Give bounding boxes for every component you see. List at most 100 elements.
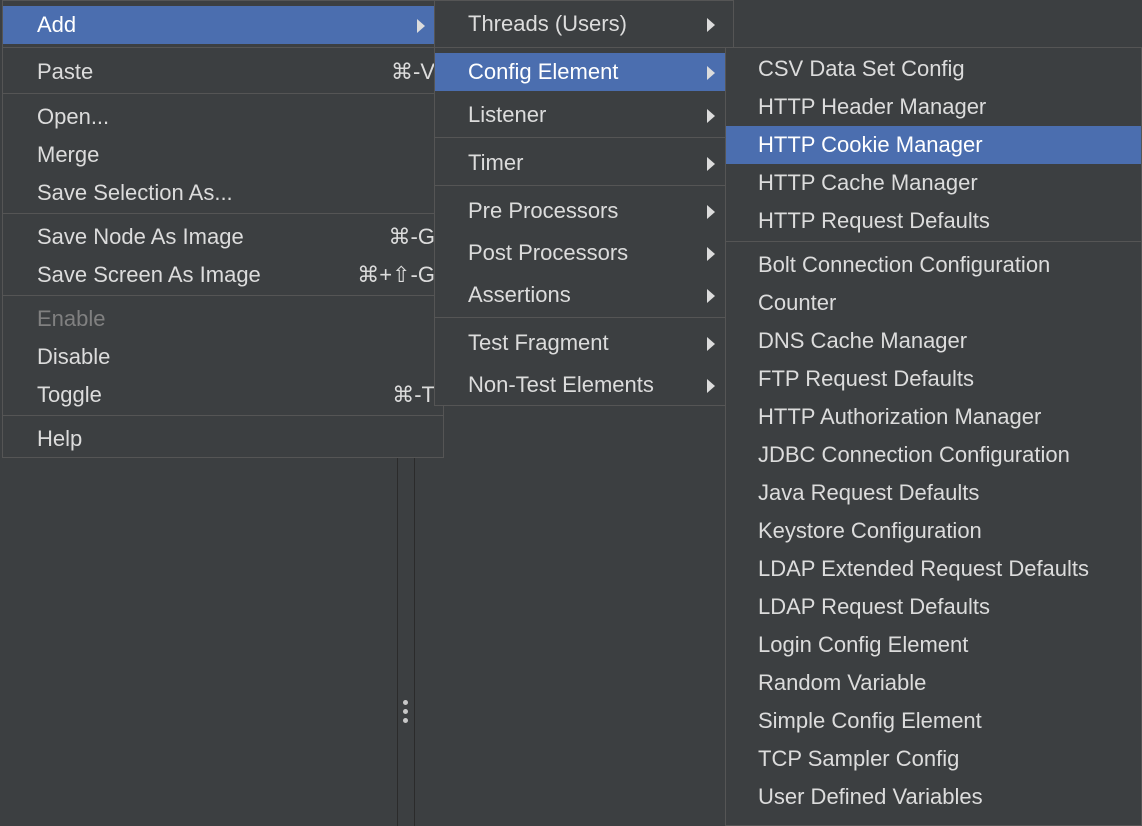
submenu-arrow-icon	[707, 247, 715, 261]
menu-item-save-screen-as-image[interactable]: Save Screen As Image ⌘+⇧-G	[3, 256, 443, 294]
menu-item-label: Non-Test Elements	[468, 372, 654, 397]
config-item[interactable]: Java Request Defaults	[726, 474, 1141, 512]
menu-separator	[3, 93, 443, 94]
menu-item-label: Counter	[758, 290, 837, 315]
menu-item-label: HTTP Cache Manager	[758, 170, 978, 195]
add-submenu: Threads (Users) Config Element Listener …	[434, 0, 734, 406]
config-item[interactable]: User Defined Variables	[726, 778, 1141, 816]
config-item[interactable]: HTTP Request Defaults	[726, 202, 1141, 240]
menu-item-help[interactable]: Help	[3, 420, 443, 458]
menu-item-label: HTTP Request Defaults	[758, 208, 990, 233]
menu-item-label: Paste	[37, 59, 94, 84]
menu-item-label: Config Element	[468, 59, 619, 84]
menu-item-post-processors[interactable]: Post Processors	[435, 234, 733, 272]
menu-item-label: HTTP Header Manager	[758, 94, 987, 119]
menu-item-config-element[interactable]: Config Element	[435, 53, 733, 91]
menu-item-merge[interactable]: Merge	[3, 136, 443, 174]
menu-item-label: Test Fragment	[468, 330, 609, 355]
submenu-arrow-icon	[707, 379, 715, 393]
shortcut-label: ⌘-V	[391, 59, 435, 84]
shortcut-label: ⌘+⇧-G	[357, 262, 435, 287]
menu-item-label: Timer	[468, 150, 524, 175]
submenu-arrow-icon	[707, 337, 715, 351]
submenu-arrow-icon	[707, 157, 715, 171]
menu-item-open[interactable]: Open...	[3, 98, 443, 136]
menu-separator	[3, 415, 443, 416]
menu-separator	[435, 137, 733, 138]
menu-item-label: JDBC Connection Configuration	[758, 442, 1070, 467]
menu-item-paste[interactable]: Paste ⌘-V	[3, 53, 443, 91]
menu-item-label: Java Request Defaults	[758, 480, 980, 505]
menu-item-label: Keystore Configuration	[758, 518, 982, 543]
menu-item-label: Assertions	[468, 282, 571, 307]
menu-item-disable[interactable]: Disable	[3, 338, 443, 376]
menu-item-label: Login Config Element	[758, 632, 969, 657]
menu-item-assertions[interactable]: Assertions	[435, 276, 733, 314]
submenu-arrow-icon	[707, 289, 715, 303]
menu-item-enable: Enable	[3, 300, 443, 338]
menu-item-label: Enable	[37, 306, 106, 331]
context-menu: Add Paste ⌘-V Open... Merge Save Selecti…	[2, 0, 444, 458]
config-item[interactable]: LDAP Request Defaults	[726, 588, 1141, 626]
menu-item-threads[interactable]: Threads (Users)	[435, 5, 733, 43]
config-item[interactable]: DNS Cache Manager	[726, 322, 1141, 360]
config-item-selected[interactable]: HTTP Cookie Manager	[726, 126, 1141, 164]
menu-item-label: Toggle	[37, 382, 102, 407]
menu-separator	[3, 213, 443, 214]
menu-item-label: Help	[37, 426, 83, 451]
menu-separator	[435, 317, 733, 318]
menu-item-non-test-elements[interactable]: Non-Test Elements	[435, 366, 733, 404]
menu-item-label: User Defined Variables	[758, 784, 983, 809]
config-item[interactable]: Simple Config Element	[726, 702, 1141, 740]
menu-item-label: LDAP Extended Request Defaults	[758, 556, 1090, 581]
config-item[interactable]: Random Variable	[726, 664, 1141, 702]
menu-separator	[435, 47, 733, 48]
config-item[interactable]: HTTP Header Manager	[726, 88, 1141, 126]
menu-item-label: Disable	[37, 344, 111, 369]
menu-item-toggle[interactable]: Toggle ⌘-T	[3, 376, 443, 414]
menu-item-label: Save Screen As Image	[37, 262, 261, 287]
menu-item-label: DNS Cache Manager	[758, 328, 968, 353]
config-item[interactable]: HTTP Cache Manager	[726, 164, 1141, 202]
menu-item-label: CSV Data Set Config	[758, 56, 965, 81]
menu-item-label: Bolt Connection Configuration	[758, 252, 1051, 277]
submenu-arrow-icon	[417, 19, 425, 33]
config-item[interactable]: JDBC Connection Configuration	[726, 436, 1141, 474]
menu-item-label: Save Selection As...	[37, 180, 233, 205]
menu-item-label: Simple Config Element	[758, 708, 982, 733]
splitter-grip-icon[interactable]	[401, 700, 409, 730]
menu-item-label: Merge	[37, 142, 100, 167]
menu-item-label: Threads (Users)	[468, 11, 627, 36]
menu-separator	[435, 185, 733, 186]
config-item[interactable]: FTP Request Defaults	[726, 360, 1141, 398]
config-item[interactable]: Counter	[726, 284, 1141, 322]
menu-item-save-selection-as[interactable]: Save Selection As...	[3, 174, 443, 212]
config-item[interactable]: Bolt Connection Configuration	[726, 246, 1141, 284]
menu-item-pre-processors[interactable]: Pre Processors	[435, 192, 733, 230]
menu-separator	[726, 241, 1141, 242]
config-item[interactable]: CSV Data Set Config	[726, 50, 1141, 88]
menu-item-add[interactable]: Add	[3, 6, 443, 44]
menu-item-timer[interactable]: Timer	[435, 144, 733, 182]
submenu-arrow-icon	[707, 205, 715, 219]
config-item[interactable]: TCP Sampler Config	[726, 740, 1141, 778]
config-item[interactable]: Login Config Element	[726, 626, 1141, 664]
config-item[interactable]: HTTP Authorization Manager	[726, 398, 1141, 436]
submenu-arrow-icon	[707, 66, 715, 80]
menu-item-save-node-as-image[interactable]: Save Node As Image ⌘-G	[3, 218, 443, 256]
menu-separator	[3, 295, 443, 296]
shortcut-label: ⌘-T	[392, 382, 435, 407]
menu-item-label: FTP Request Defaults	[758, 366, 975, 391]
menu-item-test-fragment[interactable]: Test Fragment	[435, 324, 733, 362]
menu-item-label: Random Variable	[758, 670, 927, 695]
config-item[interactable]: Keystore Configuration	[726, 512, 1141, 550]
menu-item-label: Listener	[468, 102, 547, 127]
menu-item-label: Post Processors	[468, 240, 629, 265]
menu-item-label: Save Node As Image	[37, 224, 244, 249]
menu-item-listener[interactable]: Listener	[435, 96, 733, 134]
config-item[interactable]: LDAP Extended Request Defaults	[726, 550, 1141, 588]
menu-item-label: Add	[37, 12, 77, 37]
menu-item-label: LDAP Request Defaults	[758, 594, 990, 619]
submenu-arrow-icon	[707, 109, 715, 123]
config-element-submenu: CSV Data Set Config HTTP Header Manager …	[725, 47, 1142, 826]
